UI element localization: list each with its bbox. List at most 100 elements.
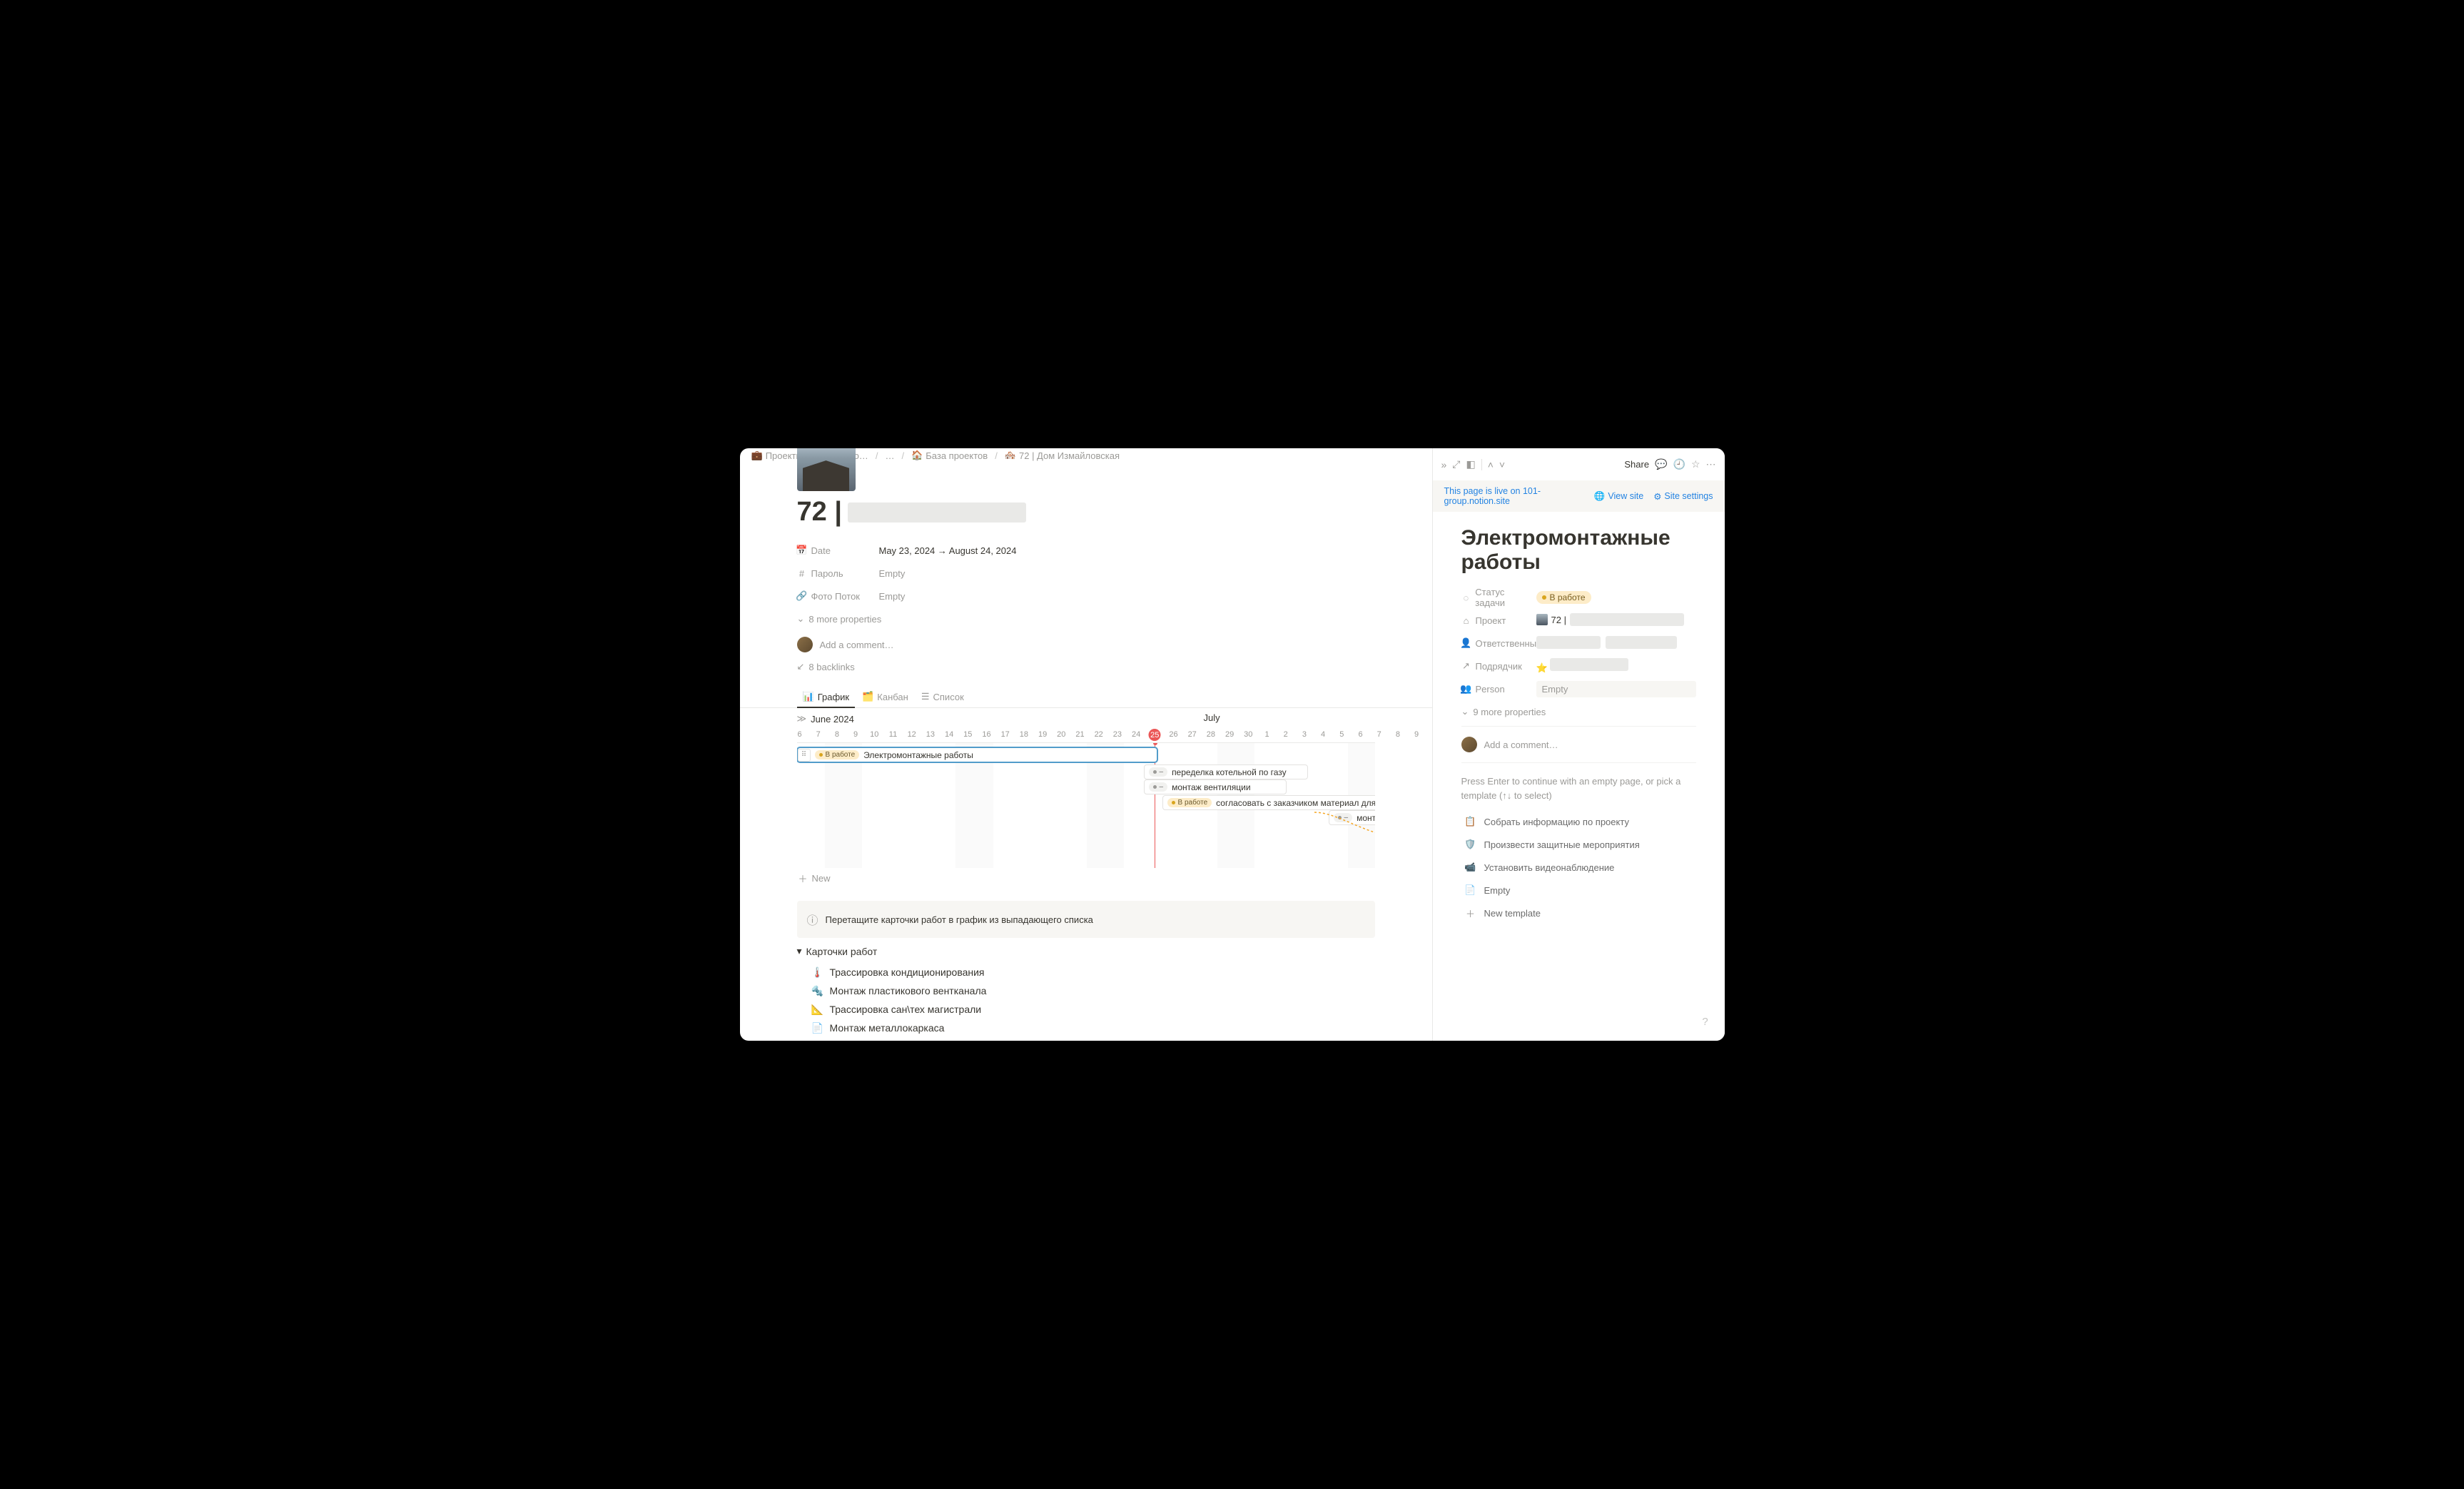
breadcrumb-item-page[interactable]: 🏘️ 72 | Дом Измайловская [1002, 448, 1122, 463]
breadcrumb-item-dots[interactable]: … [882, 449, 897, 463]
help-button[interactable]: ? [1696, 1012, 1715, 1031]
expand-icon[interactable]: » [1441, 459, 1447, 470]
project-reference[interactable]: 72 | [1536, 613, 1684, 626]
drag-handle-icon[interactable]: ⠿ [798, 749, 811, 762]
side-prop-status[interactable]: ◌ Статус задачи В работе [1461, 586, 1696, 609]
site-settings-link[interactable]: ⚙ Site settings [1653, 491, 1713, 502]
timeline-day[interactable]: 16 [982, 730, 990, 739]
share-button[interactable]: Share [1624, 459, 1649, 470]
side-page-title[interactable]: Электромонтажные работы [1461, 526, 1696, 575]
comment-input[interactable]: Add a comment… [820, 640, 894, 650]
toggle-item[interactable]: 🔧Монтаж скрытой сан\техники [811, 1037, 1375, 1041]
callout-block[interactable]: ⓘ Перетащите карточки работ в график из … [797, 901, 1375, 938]
breadcrumb-item-db[interactable]: 🏠 База проектов [908, 448, 990, 463]
timeline-day[interactable]: 6 [1358, 730, 1362, 739]
timeline-day[interactable]: 15 [963, 730, 972, 739]
timeline-day-today[interactable]: 25 [1149, 729, 1161, 741]
timeline-day[interactable]: 8 [1396, 730, 1400, 739]
timeline-day[interactable]: 13 [926, 730, 935, 739]
peek-mode-icon[interactable]: ◧ [1466, 458, 1476, 470]
side-more-properties[interactable]: ⌄ 9 more properties [1461, 700, 1696, 723]
star-icon[interactable]: ☆ [1691, 458, 1700, 470]
property-password[interactable]: # Пароль Empty [797, 562, 1375, 585]
redacted-text [1550, 658, 1628, 671]
timeline-day[interactable]: 9 [1414, 730, 1419, 739]
side-prop-person[interactable]: 👥 Person Empty [1461, 677, 1696, 700]
timeline-day[interactable]: 11 [889, 730, 897, 739]
side-prop-responsible[interactable]: 👤 Ответственный [1461, 632, 1696, 655]
tab-label: Список [933, 692, 964, 702]
toggle-item[interactable]: 📄Монтаж металлокаркаса [811, 1019, 1375, 1037]
more-icon[interactable]: ⋯ [1706, 458, 1716, 470]
timeline-day[interactable]: 20 [1057, 730, 1065, 739]
page-title[interactable]: 72 | [797, 497, 1375, 528]
timeline-day[interactable]: 27 [1188, 730, 1197, 739]
prev-icon[interactable]: ˄ [1488, 459, 1494, 470]
timeline-day[interactable]: 3 [1302, 730, 1307, 739]
updates-icon[interactable]: 🕘 [1673, 458, 1685, 470]
timeline-day[interactable]: 9 [853, 730, 858, 739]
timeline-day[interactable]: 12 [908, 730, 916, 739]
side-comment-row[interactable]: Add a comment… [1461, 726, 1696, 763]
timeline-day[interactable]: 26 [1169, 730, 1177, 739]
timeline-day[interactable]: 24 [1132, 730, 1140, 739]
timeline-day[interactable]: 8 [835, 730, 839, 739]
chevron-down-icon: ⌄ [797, 613, 805, 625]
timeline-bar-materials[interactable]: В работесогласовать с заказчиком материа… [1162, 795, 1375, 810]
page-thumb-icon: 🏘️ [1005, 450, 1016, 461]
property-date[interactable]: 📅 Date May 23, 2024 → August 24, 2024 [797, 539, 1375, 562]
template-item[interactable]: ＋New template [1461, 902, 1696, 924]
comment-input[interactable]: Add a comment… [1484, 740, 1558, 750]
timeline-day[interactable]: 7 [1377, 730, 1381, 739]
tab-kanban[interactable]: 🗂️ Канбан [856, 687, 914, 708]
template-item[interactable]: 🛡️Произвести защитные мероприятия [1461, 834, 1696, 855]
timeline-bar-electrical[interactable]: ⠿В работеЭлектромонтажные работы [797, 747, 1157, 762]
timeline-day[interactable]: 30 [1244, 730, 1252, 739]
timeline-collapse-icon[interactable]: ≫ [797, 713, 807, 725]
backlinks-toggle[interactable]: ↙ 8 backlinks [740, 658, 1432, 678]
timeline-day[interactable]: 10 [870, 730, 878, 739]
timeline-bar-boiler-gas[interactable]: –переделка котельной по газу [1144, 764, 1308, 779]
new-label: New [812, 873, 831, 884]
comment-icon[interactable]: 💬 [1655, 458, 1667, 470]
toggle-item[interactable]: 🌡️Трассировка кондиционирования [811, 963, 1375, 981]
open-as-page-icon[interactable]: ⤢ [1452, 458, 1460, 470]
timeline-day[interactable]: 17 [1001, 730, 1010, 739]
timeline-bar-windowsills[interactable]: –монтаж подоконников [1329, 810, 1375, 825]
timeline-day[interactable]: 22 [1095, 730, 1103, 739]
template-item[interactable]: 📄Empty [1461, 879, 1696, 901]
timeline-body[interactable]: ⠿В работеЭлектромонтажные работы –передел… [797, 743, 1375, 868]
view-site-link[interactable]: 🌐 View site [1594, 491, 1643, 502]
timeline-bar-ventilation[interactable]: –монтаж вентиляции [1144, 779, 1287, 794]
timeline-day[interactable]: 28 [1207, 730, 1215, 739]
timeline-new-row[interactable]: ＋ New [797, 868, 1375, 888]
timeline-day[interactable]: 7 [816, 730, 821, 739]
timeline-day[interactable]: 29 [1225, 730, 1234, 739]
comment-row[interactable]: Add a comment… [740, 630, 1432, 658]
next-icon[interactable]: ˅ [1499, 459, 1505, 470]
timeline-day[interactable]: 5 [1339, 730, 1344, 739]
side-prop-project[interactable]: ⌂ Проект 72 | [1461, 609, 1696, 632]
side-prop-contractor[interactable]: ↗ Подрядчик ⭐ [1461, 655, 1696, 677]
more-properties-toggle[interactable]: ⌄ 8 more properties [797, 607, 1375, 630]
timeline-day[interactable]: 1 [1264, 730, 1269, 739]
timeline-day[interactable]: 21 [1075, 730, 1084, 739]
timeline-day[interactable]: 6 [797, 730, 801, 739]
template-list: 📋Собрать информацию по проекту🛡️Произвес… [1461, 811, 1696, 924]
property-photo[interactable]: 🔗 Фото Поток Empty [797, 585, 1375, 607]
page-icon[interactable] [797, 448, 856, 491]
toggle-heading[interactable]: ▾ Карточки работ [797, 945, 1375, 957]
timeline-day[interactable]: 23 [1113, 730, 1122, 739]
timeline-day[interactable]: 19 [1038, 730, 1047, 739]
template-item[interactable]: 📋Собрать информацию по проекту [1461, 811, 1696, 832]
bar-title: Электромонтажные работы [863, 750, 973, 760]
timeline-day[interactable]: 18 [1020, 730, 1028, 739]
tab-list[interactable]: ☰ Список [916, 687, 970, 708]
timeline-day[interactable]: 4 [1321, 730, 1325, 739]
timeline-day[interactable]: 2 [1284, 730, 1288, 739]
toggle-item[interactable]: 📐Трассировка сан\тех магистрали [811, 1000, 1375, 1019]
template-item[interactable]: 📹Установить видеонаблюдение [1461, 857, 1696, 878]
toggle-item[interactable]: 🔩Монтаж пластикового вентканала [811, 981, 1375, 1000]
tab-timeline[interactable]: 📊 График [797, 687, 856, 708]
timeline-day[interactable]: 14 [945, 730, 953, 739]
